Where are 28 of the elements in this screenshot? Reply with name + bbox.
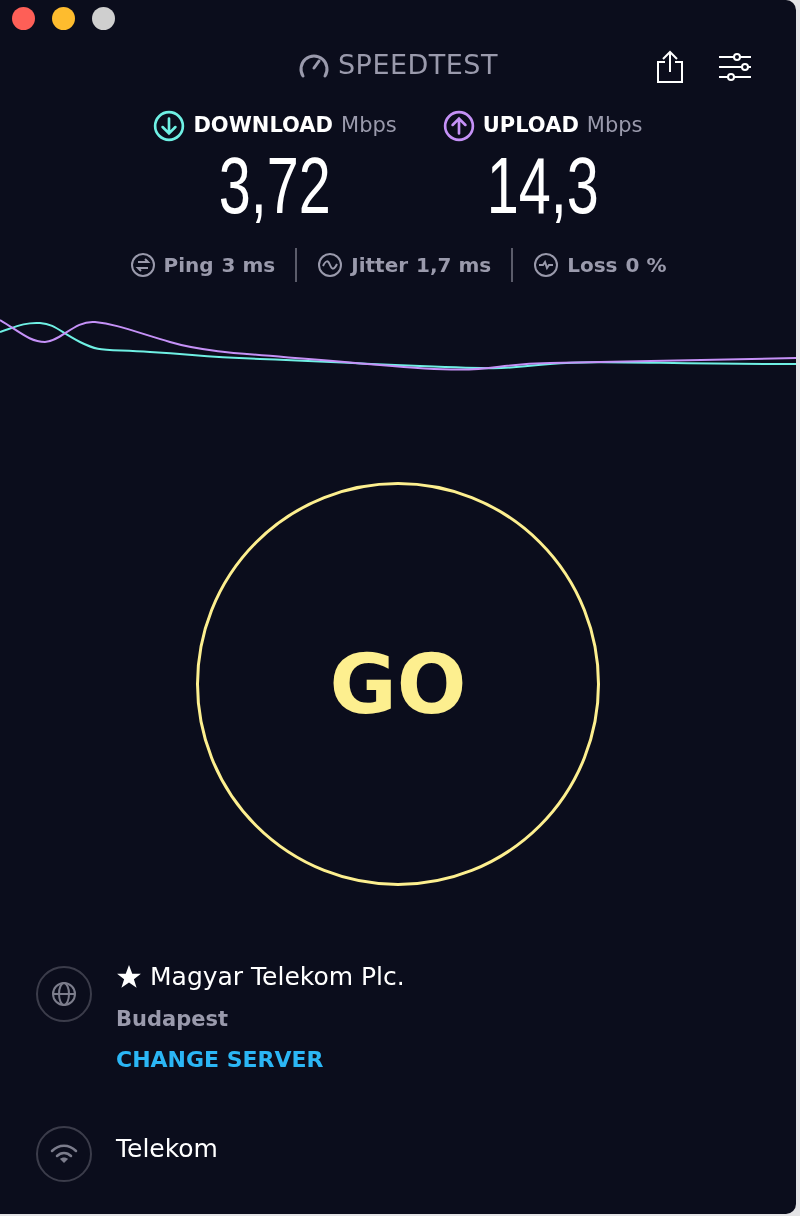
speed-value: 3,72: [219, 146, 332, 226]
metric-label: Ping: [163, 252, 214, 279]
server-location: Budapest: [116, 1005, 228, 1033]
minimize-button[interactable]: [52, 7, 75, 30]
close-button[interactable]: [12, 7, 35, 30]
settings-icon[interactable]: [718, 53, 752, 81]
zoom-button[interactable]: [92, 7, 115, 30]
connection-name: Telekom: [116, 1133, 218, 1165]
ping-icon: [129, 252, 156, 278]
metric-value: 1,7 ms: [416, 252, 492, 279]
unit-label: Mbps: [341, 112, 397, 140]
speed-value: 14,3: [486, 146, 599, 226]
jitter-icon: [317, 252, 344, 278]
globe-icon: [36, 966, 92, 1022]
result-label: DOWNLOAD: [193, 112, 334, 140]
change-server-link[interactable]: CHANGE SERVER: [116, 1043, 324, 1076]
metric-value: 0 %: [625, 252, 667, 279]
metric-label: Jitter: [351, 252, 409, 279]
result-label: UPLOAD: [482, 112, 579, 140]
loss-icon: [533, 252, 560, 278]
logo-text: SPEEDTEST: [338, 47, 498, 82]
server-name: Magyar Telekom Plc.: [150, 961, 405, 993]
metric-value: 3 ms: [221, 252, 276, 279]
share-icon[interactable]: [656, 50, 684, 84]
wifi-icon: [36, 1126, 92, 1182]
go-button[interactable]: GO: [196, 482, 600, 886]
metric-label: Loss: [567, 252, 618, 279]
unit-label: Mbps: [586, 112, 643, 140]
